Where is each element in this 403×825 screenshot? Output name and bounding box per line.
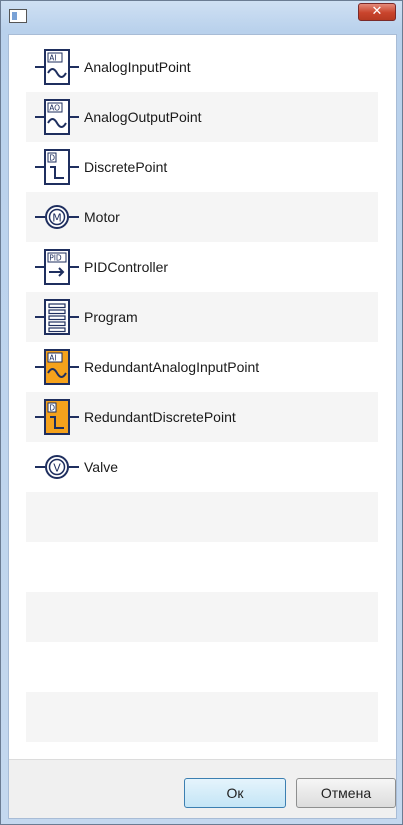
list-item[interactable]: D RedundantDiscretePoint [26, 392, 378, 442]
list-item-label: Motor [84, 209, 120, 225]
cancel-button[interactable]: Отмена [296, 778, 396, 808]
list-item[interactable]: AO AnalogOutputPoint [26, 92, 378, 142]
list-item[interactable]: M Motor [26, 192, 378, 242]
list-item[interactable]: Program [26, 292, 378, 342]
list-item[interactable]: AI RedundantAnalogInputPoint [26, 342, 378, 392]
list-item-label: AnalogOutputPoint [84, 109, 202, 125]
empty-row [26, 592, 378, 642]
empty-row [26, 642, 378, 692]
svg-text:D: D [49, 154, 55, 163]
list-item-label: Program [84, 309, 138, 325]
window-app-icon [9, 9, 27, 23]
program-icon [34, 298, 80, 336]
svg-text:D: D [49, 404, 55, 413]
close-icon: ✕ [371, 4, 383, 19]
motor-icon: M [34, 198, 80, 236]
svg-text:PID: PID [49, 254, 62, 263]
list-item[interactable]: V Valve [26, 442, 378, 492]
redundant-analog-input-icon: AI [34, 348, 80, 386]
empty-row [26, 692, 378, 742]
list-item-label: RedundantDiscretePoint [84, 409, 236, 425]
analog-input-icon: AI [34, 48, 80, 86]
svg-text:M: M [52, 212, 62, 225]
close-button[interactable]: ✕ [358, 3, 396, 21]
pid-controller-icon: PID [34, 248, 80, 286]
empty-row [26, 742, 378, 746]
empty-row [26, 542, 378, 592]
list-item[interactable]: AI AnalogInputPoint [26, 42, 378, 92]
svg-text:V: V [53, 462, 61, 475]
valve-icon: V [34, 448, 80, 486]
list-item-label: RedundantAnalogInputPoint [84, 359, 260, 375]
list-item-label: AnalogInputPoint [84, 59, 191, 75]
dialog-window: ✕ AI AnalogInputPoint AO AnalogOutputPoint D… [0, 0, 403, 825]
title-bar[interactable]: ✕ [1, 1, 402, 35]
list-item[interactable]: PID PIDController [26, 242, 378, 292]
svg-text:AO: AO [49, 104, 60, 113]
list-item-label: DiscretePoint [84, 159, 168, 175]
discrete-point-icon: D [34, 148, 80, 186]
list-item-label: Valve [84, 459, 118, 475]
empty-row [26, 492, 378, 542]
ok-button[interactable]: Ок [184, 778, 286, 808]
redundant-discrete-point-icon: D [34, 398, 80, 436]
list-item-label: PIDController [84, 259, 169, 275]
svg-text:AI: AI [49, 54, 56, 63]
list-item[interactable]: D DiscretePoint [26, 142, 378, 192]
dialog-footer: Ок Отмена [9, 759, 396, 818]
svg-text:AI: AI [49, 354, 56, 363]
analog-output-icon: AO [34, 98, 80, 136]
dialog-content: AI AnalogInputPoint AO AnalogOutputPoint D Di… [8, 34, 397, 819]
